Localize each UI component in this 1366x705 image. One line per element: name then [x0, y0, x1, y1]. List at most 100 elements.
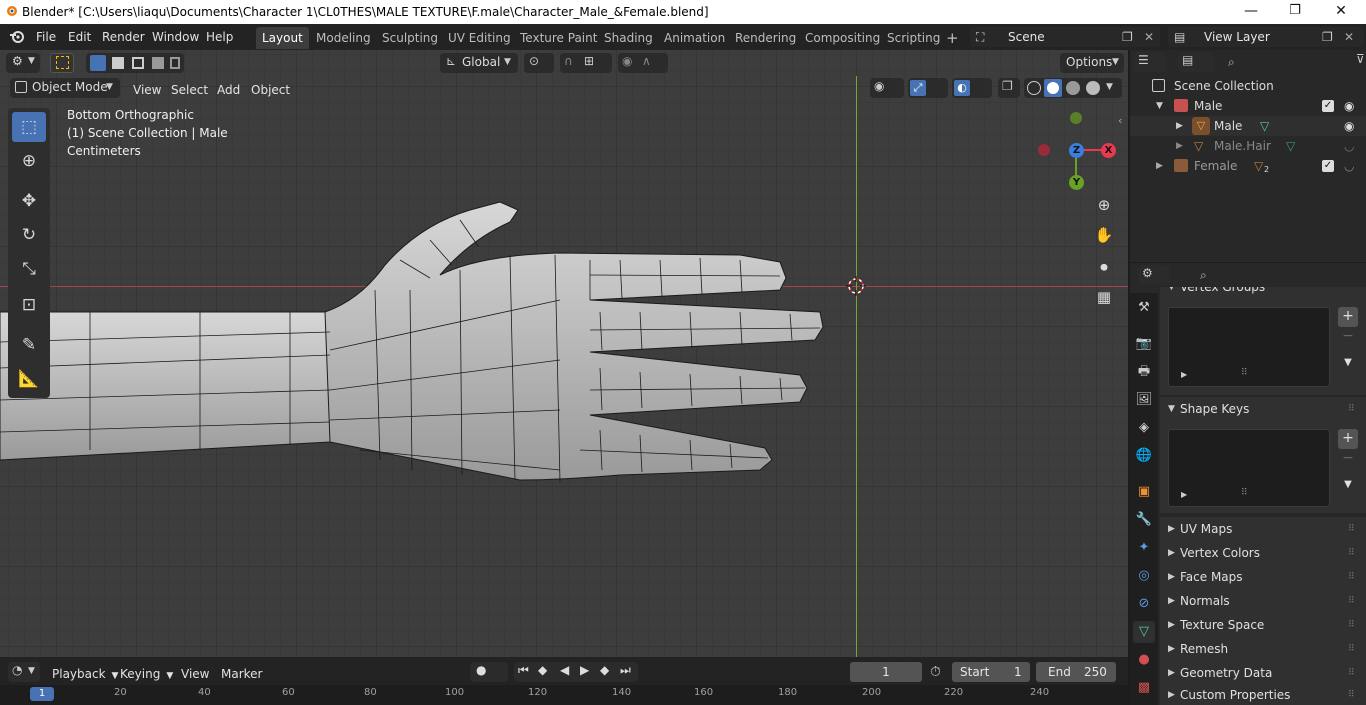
- shape-key-specials-button[interactable]: ▼: [1338, 475, 1358, 495]
- gizmo-x-axis[interactable]: X: [1101, 143, 1116, 158]
- menu-window[interactable]: Window: [152, 28, 199, 46]
- timeline-editor-type[interactable]: ◔ ▼: [8, 662, 40, 682]
- panel-face-maps[interactable]: ▶ Face Maps ⠿: [1160, 565, 1366, 589]
- measure-tool[interactable]: 📐: [12, 364, 46, 394]
- material-tab-icon[interactable]: ●: [1133, 649, 1155, 671]
- outliner-search[interactable]: ⌕: [1222, 52, 1350, 72]
- gizmo-y-axis[interactable]: Y: [1069, 175, 1084, 190]
- menu-select[interactable]: Select: [171, 80, 208, 100]
- select-intersect-icon[interactable]: [170, 57, 180, 69]
- menu-view[interactable]: View: [181, 664, 209, 684]
- menu-edit[interactable]: Edit: [68, 28, 91, 46]
- menu-add[interactable]: Add: [217, 80, 240, 100]
- view-layer-tab-icon[interactable]: 🖼: [1133, 389, 1155, 411]
- eye-icon[interactable]: ◉: [1344, 96, 1354, 116]
- cursor-tool[interactable]: ⊕: [12, 146, 46, 176]
- prev-keyframe-icon[interactable]: ◆: [538, 663, 547, 677]
- expand-arrow-icon[interactable]: ▶: [1156, 156, 1163, 176]
- pivot-point-dropdown[interactable]: ⊙: [524, 53, 554, 73]
- shading-mode-group[interactable]: ▼: [1024, 78, 1122, 98]
- resize-grip-icon[interactable]: ⠿: [1241, 368, 1248, 378]
- expand-arrow-icon[interactable]: ▶: [1176, 136, 1183, 156]
- sidebar-toggle-icon[interactable]: ‹: [1118, 114, 1122, 127]
- panel-geometry-data[interactable]: ▶ Geometry Data ⠿: [1160, 661, 1366, 685]
- drag-handle-icon[interactable]: ⠿: [1348, 613, 1355, 637]
- transform-orientation-dropdown[interactable]: ⊾ Global ▼: [440, 53, 518, 73]
- maximize-button[interactable]: ❐: [1272, 0, 1318, 24]
- filter-icon[interactable]: ⊽: [1356, 52, 1365, 66]
- outliner-row-male-object[interactable]: ▶ ▽ Male ▽ ◉: [1130, 116, 1366, 136]
- drag-handle-icon[interactable]: ⠿: [1348, 565, 1355, 589]
- menu-object[interactable]: Object: [251, 80, 290, 100]
- tab-uv-editing[interactable]: UV Editing: [442, 27, 517, 49]
- editor-type-button[interactable]: ⚙ ▼: [6, 53, 40, 73]
- remove-scene-icon[interactable]: ✕: [1144, 27, 1154, 47]
- selection-mode-group[interactable]: [86, 53, 184, 73]
- rotate-tool[interactable]: ↻: [12, 220, 46, 250]
- outliner-row-female-collection[interactable]: ▶ Female ▽ 2 ✓ ◡: [1130, 156, 1366, 176]
- gizmo-toggle[interactable]: ⤢: [908, 78, 948, 98]
- properties-search[interactable]: ⌕: [1194, 265, 1322, 285]
- scale-tool[interactable]: ⤡: [12, 254, 46, 284]
- tab-scripting[interactable]: Scripting: [881, 27, 946, 49]
- tool-tab-icon[interactable]: ⚒: [1133, 297, 1155, 319]
- drag-handle-icon[interactable]: ⠿: [1348, 397, 1355, 421]
- annotate-tool[interactable]: ✎: [12, 330, 46, 360]
- remove-vertex-group-button[interactable]: −: [1338, 327, 1358, 347]
- blender-menu-icon[interactable]: [9, 29, 25, 45]
- select-invert-icon[interactable]: [152, 57, 164, 69]
- ortho-grid-icon[interactable]: ▦: [1092, 285, 1116, 309]
- properties-editor-type[interactable]: ⚙: [1138, 265, 1170, 285]
- playback-dropdown[interactable]: Playback ▼: [52, 664, 118, 684]
- hand-mesh[interactable]: [0, 50, 1128, 657]
- menu-render[interactable]: Render: [102, 28, 145, 46]
- copy-view-layer-icon[interactable]: ❐: [1322, 27, 1333, 47]
- include-checkbox[interactable]: ✓: [1322, 160, 1334, 172]
- start-frame-field[interactable]: Start 1: [952, 662, 1030, 682]
- constraints-tab-icon[interactable]: ⊘: [1133, 593, 1155, 615]
- drag-handle-icon[interactable]: ⠿: [1348, 661, 1355, 685]
- panel-remesh[interactable]: ▶ Remesh ⠿: [1160, 637, 1366, 661]
- select-new-icon[interactable]: [90, 55, 106, 71]
- drag-handle-icon[interactable]: ⠿: [1348, 637, 1355, 661]
- next-keyframe-icon[interactable]: ◆: [600, 663, 609, 677]
- panel-texture-space[interactable]: ▶ Texture Space ⠿: [1160, 613, 1366, 637]
- outliner-row-scene-collection[interactable]: Scene Collection: [1130, 76, 1366, 96]
- stopwatch-icon[interactable]: ⏱: [930, 664, 941, 680]
- outliner-row-male-hair[interactable]: ▶ ▽ Male.Hair ▽ ◡: [1130, 136, 1366, 156]
- current-frame-field[interactable]: 1: [850, 662, 922, 682]
- world-tab-icon[interactable]: 🌐: [1133, 445, 1155, 467]
- menu-help[interactable]: Help: [206, 28, 233, 46]
- view-layer-selector[interactable]: ▤ View Layer ❐ ✕: [1168, 27, 1364, 47]
- minimize-button[interactable]: —: [1228, 0, 1274, 24]
- output-tab-icon[interactable]: 🖶: [1133, 361, 1155, 383]
- material-shading-icon[interactable]: [1066, 81, 1080, 95]
- frame-ruler[interactable]: 1 20 40 60 80 100 120 140 160 180 200 22…: [0, 685, 1128, 705]
- navigation-gizmo[interactable]: X Y Z: [1030, 108, 1124, 198]
- transform-tool[interactable]: ⊡: [12, 290, 46, 320]
- display-mode-dropdown[interactable]: ▤: [1178, 52, 1214, 72]
- vertex-group-specials-button[interactable]: ▼: [1338, 353, 1358, 373]
- hidden-eye-icon[interactable]: ◡: [1344, 136, 1354, 156]
- eye-icon[interactable]: ◉: [1344, 116, 1354, 136]
- camera-view-icon[interactable]: ⏺: [1092, 255, 1116, 279]
- include-checkbox[interactable]: ✓: [1322, 100, 1334, 112]
- remove-view-layer-icon[interactable]: ✕: [1344, 27, 1354, 47]
- menu-file[interactable]: File: [36, 28, 56, 46]
- overlays-toggle[interactable]: ◐: [952, 78, 992, 98]
- physics-tab-icon[interactable]: ◎: [1133, 565, 1155, 587]
- scene-selector[interactable]: ⛶ Scene ❐ ✕: [970, 27, 1160, 47]
- drag-handle-icon[interactable]: ⠿: [1348, 517, 1355, 541]
- jump-end-icon[interactable]: ⏭: [620, 663, 631, 678]
- panel-normals[interactable]: ▶ Normals ⠿: [1160, 589, 1366, 613]
- tab-modeling[interactable]: Modeling: [310, 27, 377, 49]
- outliner-row-male-collection[interactable]: ▼ Male ✓ ◉: [1130, 96, 1366, 116]
- object-tab-icon[interactable]: ▣: [1133, 481, 1155, 503]
- auto-keying-toggle[interactable]: ●: [470, 662, 508, 682]
- modifier-tab-icon[interactable]: 🔧: [1133, 509, 1155, 531]
- 3d-viewport[interactable]: ⚙ ▼ ⊾ Global ▼ ⊙ ∩ ⊞ ◉ ∧ Options ▼ Objec…: [0, 50, 1128, 657]
- play-reverse-icon[interactable]: ◀: [560, 663, 569, 677]
- tab-rendering[interactable]: Rendering: [729, 27, 802, 49]
- panel-custom-properties[interactable]: ▶ Custom Properties ⠿: [1160, 685, 1366, 705]
- gizmo-z-axis[interactable]: Z: [1069, 143, 1084, 158]
